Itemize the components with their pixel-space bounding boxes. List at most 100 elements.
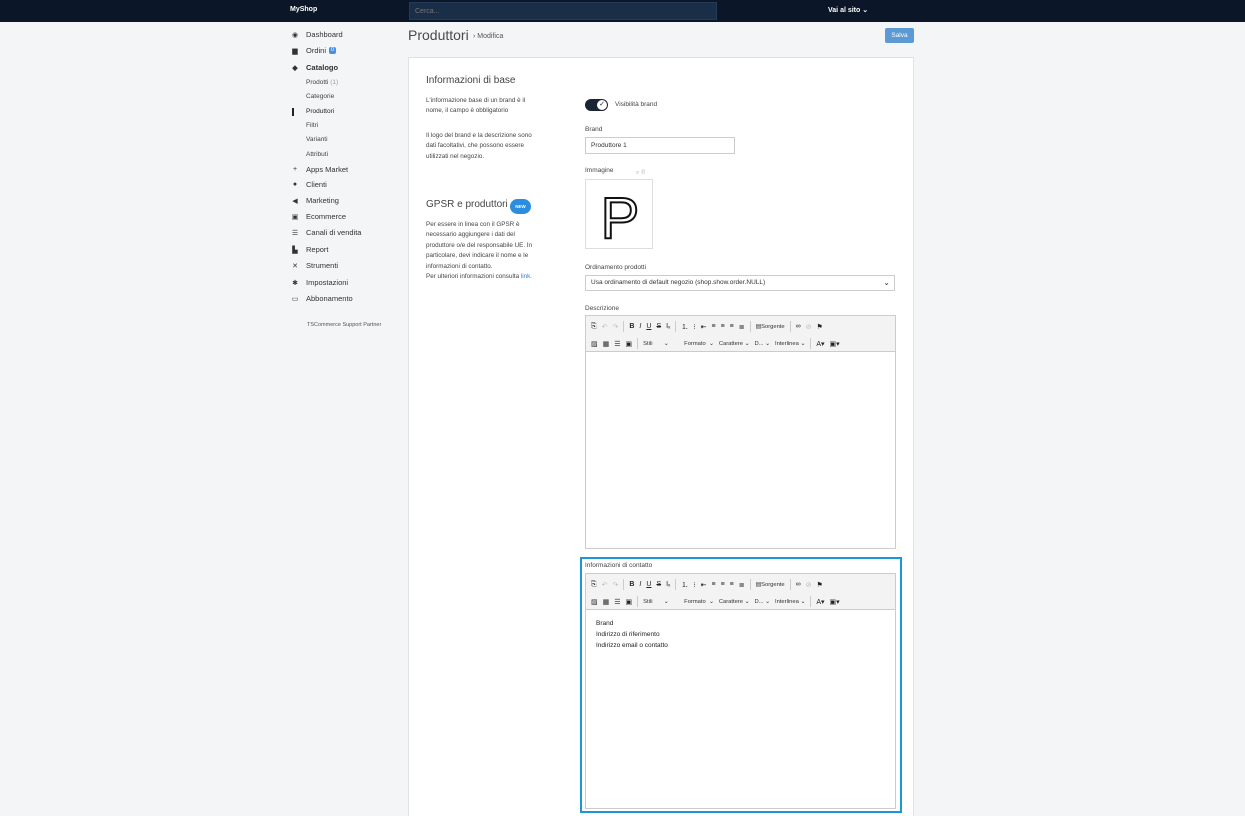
text-color-icon[interactable]: A▾ <box>816 340 824 348</box>
bullet-list-icon[interactable]: ⁝ <box>693 323 695 331</box>
list-icon: ☰ <box>291 229 299 237</box>
link-icon[interactable]: ∞ <box>796 323 801 330</box>
sidebar-item-ecommerce[interactable]: ▣ Ecommerce <box>288 210 346 223</box>
toolbar-separator <box>810 338 812 349</box>
sidebar-item-strumenti[interactable]: ✕ Strumenti <box>288 259 338 272</box>
align-right-icon[interactable]: ≡ <box>730 323 734 330</box>
sidebar-sub-attributi[interactable]: Attributi <box>306 151 328 158</box>
clear-format-icon[interactable]: Iₓ <box>666 323 670 330</box>
brand-input[interactable] <box>585 137 735 154</box>
bg-color-icon[interactable]: ▣▾ <box>830 340 840 348</box>
product-count: (1) <box>330 79 339 86</box>
sidebar-item-report[interactable]: ▙ Report <box>288 243 329 256</box>
save-button[interactable]: Salva <box>885 28 914 43</box>
gpsr-more: Per ulteriori informazioni consulta <box>426 273 520 281</box>
sidebar-sub-label: Prodotti <box>306 79 329 86</box>
order-select[interactable]: Usa ordinamento di default negozio (shop… <box>585 275 895 291</box>
justify-icon[interactable]: ≣ <box>739 323 745 331</box>
font-dropdown[interactable]: Carattere ⌄ <box>719 341 750 347</box>
sidebar-item-ordini[interactable]: ▆ Ordini 0 <box>288 44 337 57</box>
unlink-icon[interactable]: ⊘ <box>806 323 812 331</box>
plus-icon: + <box>292 166 298 173</box>
hr-icon[interactable]: ☰ <box>614 340 620 348</box>
table-icon[interactable]: ▦ <box>603 340 610 348</box>
format-label: Formato <box>684 340 706 347</box>
gear-icon: ✱ <box>292 279 298 287</box>
italic-icon[interactable]: I <box>639 323 641 330</box>
partner-label[interactable]: TSCommerce Support Partner <box>307 322 381 328</box>
bold-icon[interactable]: B <box>629 323 634 330</box>
line-height-dropdown[interactable]: Interlinea ⌄ <box>775 341 805 347</box>
top-bar: MyShop Vai al sito ⌄ <box>0 0 1245 22</box>
sidebar-item-catalogo[interactable]: ◆ Catalogo <box>288 61 338 74</box>
sidebar-item-marketing[interactable]: ◀ Marketing <box>288 194 339 207</box>
align-center-icon[interactable]: ≡ <box>721 323 725 330</box>
sidebar-item-canali-di-vendita[interactable]: ☰ Canali di vendita <box>288 226 362 239</box>
align-left-icon[interactable]: ≡ <box>711 323 715 330</box>
app-brand[interactable]: MyShop <box>290 6 317 13</box>
font-label: Carattere <box>718 340 744 347</box>
source-button[interactable]: ▤ Sorgente <box>756 324 785 330</box>
sidebar-item-label: Impostazioni <box>306 278 349 287</box>
sidebar-item-label: Report <box>306 245 329 254</box>
format-dropdown[interactable]: Formato ⌄ <box>684 341 714 347</box>
outdent-icon[interactable]: ⇤ <box>701 323 707 331</box>
megaphone-icon: ◀ <box>292 197 298 205</box>
strike-icon[interactable]: S <box>656 323 661 330</box>
sidebar-item-dashboard[interactable]: ◉ Dashboard <box>288 28 343 41</box>
sidebar-item-label: Clienti <box>306 180 327 189</box>
flag-icon[interactable]: ⚑ <box>817 323 823 331</box>
numbered-list-icon[interactable]: ⒈ <box>681 322 688 332</box>
description-content[interactable] <box>586 352 895 548</box>
user-icon: ● <box>292 181 298 188</box>
visibility-label: Visibilità brand <box>615 101 658 108</box>
media-icon[interactable]: ▣ <box>626 340 633 348</box>
redo-icon[interactable]: ↷ <box>612 323 618 331</box>
sidebar-sub-prodotti[interactable]: Prodotti (1) <box>306 79 338 86</box>
styles-dropdown[interactable]: Stili ⌄ <box>643 341 679 347</box>
brand-image[interactable]: P <box>585 179 653 252</box>
visibility-toggle[interactable]: ✓ <box>585 99 608 111</box>
breadcrumb: › Modifica <box>473 33 504 40</box>
search-input[interactable] <box>409 2 717 20</box>
sidebar-sub-produttori[interactable]: Produttori <box>306 108 334 115</box>
sidebar-item-label: Ordini <box>306 46 327 55</box>
size-dropdown[interactable]: D... ⌄ <box>754 341 770 347</box>
gpsr-link[interactable]: link. <box>521 273 532 280</box>
source-label: Sorgente <box>761 323 785 330</box>
zoom-icon[interactable]: ⌕ <box>636 170 639 176</box>
trash-icon[interactable]: ▯ <box>641 170 646 176</box>
gpsr-paragraph: Per essere in linea con il GPSR è necess… <box>426 221 533 270</box>
info-paragraph-2: Il logo del brand e la descrizione sono … <box>426 132 532 160</box>
chevron-down-icon: ⌄ <box>862 7 869 14</box>
sidebar-sub-filtri[interactable]: Filtri <box>306 122 318 129</box>
sidebar-item-apps-market[interactable]: + Apps Market <box>288 163 348 176</box>
image-icon[interactable]: ▨ <box>591 340 598 348</box>
contact-highlight-frame <box>580 557 902 813</box>
sidebar-sub-categorie[interactable]: Categorie <box>306 93 334 100</box>
basket-icon: ▣ <box>291 213 299 221</box>
gpsr-text: Per essere in linea con il GPSR è necess… <box>426 220 534 282</box>
file-icon: ▆ <box>292 47 298 55</box>
sidebar-sub-varianti[interactable]: Varianti <box>306 136 328 143</box>
orders-badge: 0 <box>329 47 337 54</box>
sidebar-item-label: Strumenti <box>306 261 339 270</box>
sidebar-item-abbonamento[interactable]: ▭ Abbonamento <box>288 292 353 305</box>
underline-icon[interactable]: U <box>646 323 651 330</box>
styles-label: Stili <box>643 340 653 347</box>
chart-icon: ▙ <box>292 246 298 254</box>
sidebar-item-label: Dashboard <box>306 30 343 39</box>
paste-icon[interactable]: ⎘ <box>591 323 597 331</box>
active-indicator <box>292 108 294 116</box>
sidebar-item-impostazioni[interactable]: ✱ Impostazioni <box>288 276 348 289</box>
sidebar-item-clienti[interactable]: ● Clienti <box>288 178 327 191</box>
toolbar-separator <box>675 321 677 332</box>
undo-icon[interactable]: ↶ <box>602 323 608 331</box>
dashboard-icon: ◉ <box>291 31 299 39</box>
description-label: Descrizione <box>585 305 619 312</box>
section-title: Informazioni di base <box>426 75 516 86</box>
visit-site-link[interactable]: Vai al sito ⌄ <box>828 6 868 14</box>
sidebar-item-label: Abbonamento <box>306 294 353 303</box>
sidebar-item-label: Marketing <box>306 196 339 205</box>
sidebar-item-label: Ecommerce <box>306 212 347 221</box>
